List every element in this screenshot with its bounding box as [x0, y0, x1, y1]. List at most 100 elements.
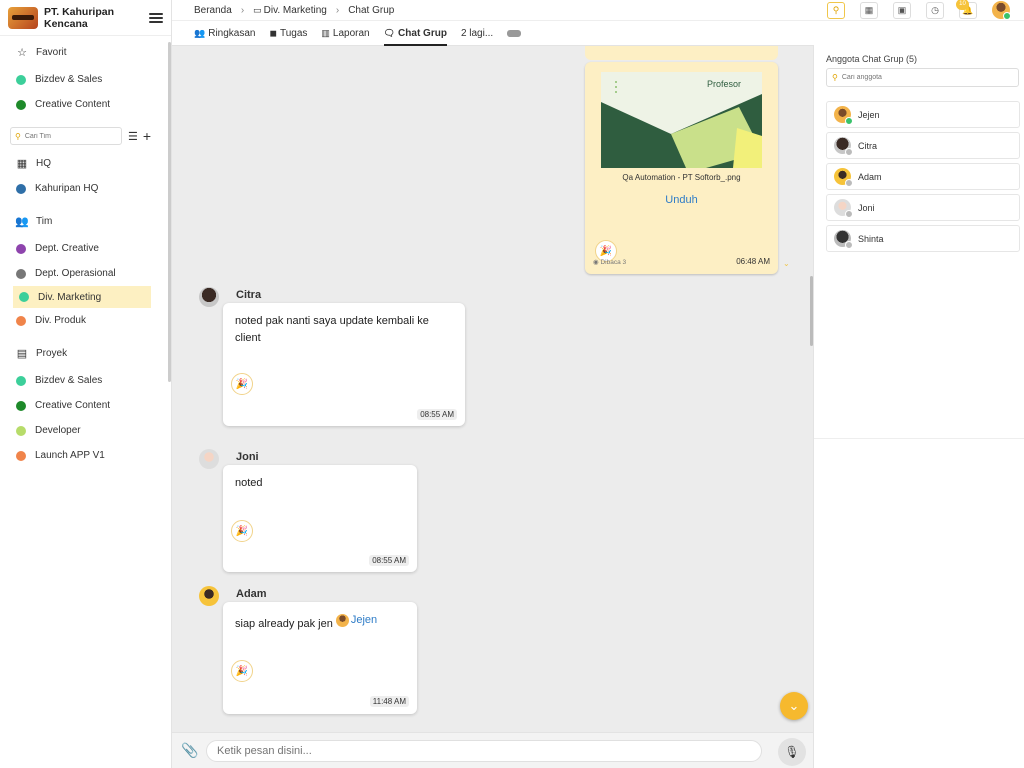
- microphone-icon[interactable]: 🎙: [778, 738, 806, 766]
- tab-tugas[interactable]: ◼ Tugas: [269, 22, 307, 46]
- building-icon[interactable]: ▦: [860, 1, 878, 19]
- sidebar-item-project-creative[interactable]: Creative Content: [0, 393, 151, 418]
- sidebar-section-favorites[interactable]: ☆ Favorit: [0, 40, 151, 65]
- archive-icon[interactable]: ▣: [893, 1, 911, 19]
- paperclip-icon[interactable]: 📎: [180, 742, 200, 759]
- sidebar-item-dept-operasional[interactable]: Dept. Operasional: [0, 261, 151, 286]
- color-dot: [16, 243, 26, 254]
- sidebar-item-label: Dept. Creative: [35, 243, 99, 254]
- member-search-box[interactable]: ⚲: [826, 68, 1019, 87]
- company-name[interactable]: PT. Kahuripan Kencana: [44, 6, 149, 30]
- color-dot: [16, 268, 26, 279]
- tab-label: Laporan: [332, 28, 370, 39]
- tab-laporan[interactable]: ▥ Laporan: [321, 22, 369, 46]
- mention-name: Jejen: [350, 614, 378, 626]
- tab-more[interactable]: 2 lagi...: [461, 22, 493, 46]
- people-icon: 👥: [15, 216, 29, 228]
- color-dot: [16, 450, 26, 461]
- list-item[interactable]: Joni: [826, 194, 1020, 221]
- color-dot: [16, 425, 26, 436]
- avatar: [834, 106, 853, 125]
- clock-icon[interactable]: ◷: [926, 1, 944, 19]
- tab-chat-grup[interactable]: 🗨 Chat Grup: [383, 22, 448, 46]
- clipboard-icon: ▤: [16, 348, 28, 360]
- list-item[interactable]: Jejen: [826, 101, 1020, 128]
- sidebar-item-label: Dept. Operasional: [35, 268, 116, 279]
- breadcrumb-current: Chat Grup: [348, 4, 395, 16]
- reaction-button[interactable]: 🎉: [231, 660, 253, 682]
- notification-badge: 10: [956, 0, 969, 10]
- image-message: Profesor Qa Automation - PT Softorb_.png…: [585, 46, 778, 274]
- sidebar-item-favorite-creative[interactable]: Creative Content: [0, 92, 151, 117]
- image-attachment-thumbnail[interactable]: Profesor: [601, 72, 762, 168]
- tab-ringkasan[interactable]: 👥 Ringkasan: [194, 22, 255, 46]
- sidebar-item-dept-creative[interactable]: Dept. Creative: [0, 236, 151, 261]
- chevron-double-down-icon: ⌄: [788, 698, 800, 713]
- party-popper-icon: 🎉: [231, 373, 253, 395]
- task-icon: ◼: [269, 28, 277, 38]
- list-item[interactable]: Shinta: [826, 225, 1020, 252]
- sidebar-item-div-produk[interactable]: Div. Produk: [0, 308, 151, 333]
- download-link[interactable]: Unduh: [585, 194, 778, 206]
- sort-icon[interactable]: ☰: [128, 130, 138, 143]
- sidebar-item-project-bizdev[interactable]: Bizdev & Sales: [0, 368, 151, 393]
- sidebar-item-label: Div. Produk: [35, 315, 86, 326]
- sidebar-item-label: Bizdev & Sales: [35, 74, 103, 85]
- chat-message: Joni noted 🎉 08:55 AM: [199, 449, 449, 574]
- avatar[interactable]: [199, 586, 219, 606]
- avatar[interactable]: [199, 449, 219, 469]
- attachment-filename: Qa Automation - PT Softorb_.png: [622, 173, 741, 182]
- tab-label: Ringkasan: [208, 28, 256, 39]
- avatar[interactable]: [199, 287, 219, 307]
- search-icon: ⚲: [832, 73, 838, 82]
- sidebar-item-div-marketing[interactable]: Div. Marketing: [13, 286, 151, 308]
- sidebar-item-kahuripan-hq[interactable]: Kahuripan HQ: [0, 176, 151, 201]
- message-bubble[interactable]: siap already pak jen Jejen 🎉 11:48 AM: [223, 602, 417, 714]
- list-item[interactable]: Adam: [826, 163, 1020, 190]
- team-search-input[interactable]: [24, 132, 115, 140]
- eye-icon: ◉: [593, 259, 599, 266]
- company-logo[interactable]: [8, 6, 38, 29]
- sidebar-section-team[interactable]: 👥 Tim: [0, 209, 151, 234]
- message-input[interactable]: [206, 739, 762, 762]
- member-name: Adam: [858, 171, 882, 182]
- more-tabs-button[interactable]: [507, 30, 522, 37]
- sidebar-section-hq[interactable]: ▦ HQ: [0, 151, 151, 176]
- breadcrumb-team[interactable]: Div. Marketing: [264, 5, 327, 16]
- sidebar-item-project-developer[interactable]: Developer: [0, 418, 151, 443]
- section-label: Favorit: [36, 47, 67, 58]
- chevron-down-icon[interactable]: ⌄: [783, 259, 790, 268]
- message-bubble[interactable]: noted pak nanti saya update kembali ke c…: [223, 303, 465, 426]
- bell-icon[interactable]: 🔔 10: [956, 0, 977, 19]
- user-avatar[interactable]: [992, 1, 1011, 20]
- scroll-to-bottom-button[interactable]: ⌄: [780, 692, 808, 720]
- message-composer: 📎 🎙: [172, 732, 813, 768]
- tab-label: Tugas: [279, 28, 308, 39]
- section-label: Proyek: [36, 348, 68, 359]
- folder-icon: ▭: [253, 4, 262, 15]
- add-icon[interactable]: +: [143, 128, 151, 144]
- sidebar-item-project-launch[interactable]: Launch APP V1: [0, 443, 151, 468]
- reaction-button[interactable]: 🎉: [231, 520, 253, 542]
- hamburger-icon[interactable]: [149, 12, 163, 23]
- user-mention[interactable]: Jejen: [335, 612, 378, 629]
- breadcrumb-home[interactable]: Beranda: [194, 5, 232, 16]
- chat-message: Adam siap already pak jen Jejen 🎉 11:48 A…: [199, 586, 449, 716]
- color-dot: [16, 375, 26, 386]
- message-bubble[interactable]: noted 🎉 08:55 AM: [223, 465, 417, 572]
- reaction-button[interactable]: 🎉: [231, 373, 253, 395]
- sidebar-header: PT. Kahuripan Kencana: [0, 0, 171, 36]
- sidebar-item-favorite-bizdev[interactable]: Bizdev & Sales: [0, 67, 151, 92]
- member-search-input[interactable]: [841, 74, 1002, 81]
- list-item[interactable]: Citra: [826, 132, 1020, 159]
- team-search-box[interactable]: ⚲: [10, 127, 122, 145]
- color-dot: [16, 400, 26, 411]
- party-popper-icon: 🎉: [231, 520, 253, 542]
- star-icon: ☆: [17, 47, 27, 59]
- sidebar-scrollbar[interactable]: [168, 42, 171, 382]
- search-icon[interactable]: ⚲: [827, 1, 845, 19]
- sidebar: PT. Kahuripan Kencana ☆ Favorit Bizdev &…: [0, 0, 172, 768]
- sender-name: Citra: [236, 289, 262, 301]
- sidebar-section-project[interactable]: ▤ Proyek: [0, 341, 151, 366]
- avatar: [834, 168, 853, 187]
